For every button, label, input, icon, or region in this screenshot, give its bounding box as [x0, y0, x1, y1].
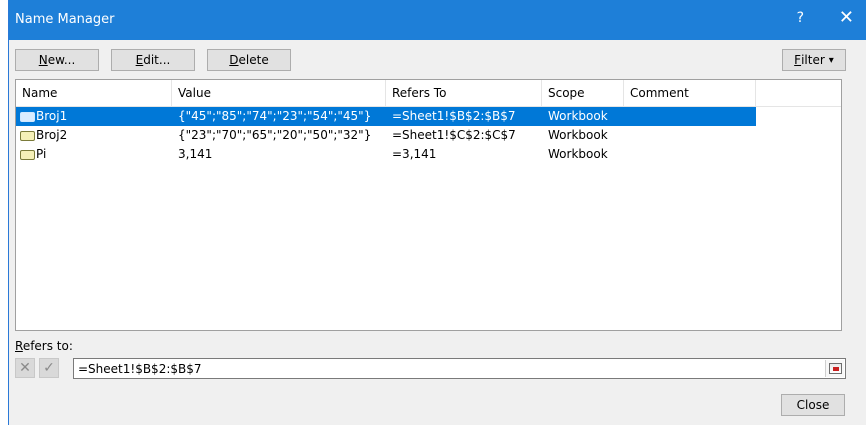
refers-to-label: Refers to: [15, 339, 73, 353]
new-button-label: ew... [47, 53, 76, 67]
new-button[interactable]: New... [15, 49, 99, 71]
column-header-name[interactable]: Name [16, 80, 172, 106]
row-refers-to: =Sheet1!$B$2:$B$7 [392, 109, 516, 123]
cancel-edit-icon[interactable]: ✕ [15, 358, 35, 378]
column-header-value[interactable]: Value [172, 80, 386, 106]
filter-button-hotkey: F [794, 53, 802, 67]
delete-button-hotkey: D [229, 53, 239, 67]
row-value: {"45";"85";"74";"23";"54";"45"} [178, 109, 372, 123]
new-button-hotkey: N [38, 53, 48, 67]
dialog-title: Name Manager [15, 12, 115, 27]
row-scope: Workbook [548, 128, 608, 142]
column-header-comment[interactable]: Comment [624, 80, 756, 106]
row-name: Broj1 [36, 109, 68, 123]
edit-button[interactable]: Edit... [111, 49, 195, 71]
row-refers-to: =3,141 [392, 147, 437, 161]
refers-to-input[interactable] [78, 361, 818, 376]
names-list[interactable]: Name Value Refers To Scope Comment Broj1… [15, 79, 842, 331]
close-window-icon[interactable]: ✕ [839, 7, 854, 28]
row-name: Broj2 [36, 128, 68, 142]
close-button[interactable]: Close [781, 394, 845, 416]
title-bar[interactable]: Name Manager ? ✕ [9, 0, 866, 40]
table-row[interactable]: Pi 3,141 =3,141 Workbook [16, 145, 841, 164]
refers-to-hotkey: R [15, 339, 23, 353]
delete-button[interactable]: Delete [207, 49, 291, 71]
refers-to-label-text: efers to: [22, 339, 73, 353]
row-scope: Workbook [548, 147, 608, 161]
chevron-down-icon: ▾ [828, 54, 834, 66]
row-value: {"23";"70";"65";"20";"50";"32"} [178, 128, 372, 142]
row-value: 3,141 [178, 147, 213, 161]
name-manager-dialog: Name Manager ? ✕ New... Edit... Delete F… [8, 0, 866, 425]
list-header: Name Value Refers To Scope Comment [16, 80, 841, 107]
filter-button-label: ilter [801, 53, 825, 67]
filter-button[interactable]: Filter ▾ [782, 49, 846, 71]
column-header-refers-to[interactable]: Refers To [386, 80, 542, 106]
row-scope: Workbook [548, 109, 608, 123]
row-name: Pi [36, 147, 47, 161]
delete-button-label: elete [238, 53, 269, 67]
refers-to-field[interactable] [73, 358, 846, 379]
table-row[interactable]: Broj1 {"45";"85";"74";"23";"54";"45"} =S… [16, 107, 756, 126]
edit-button-label: dit... [143, 53, 171, 67]
range-selector-icon[interactable] [825, 360, 844, 377]
row-refers-to: =Sheet1!$C$2:$C$7 [392, 128, 516, 142]
table-row[interactable]: Broj2 {"23";"70";"65";"20";"50";"32"} =S… [16, 126, 841, 145]
edit-button-hotkey: E [135, 53, 144, 67]
column-header-scope[interactable]: Scope [542, 80, 624, 106]
help-button[interactable]: ? [797, 10, 804, 26]
confirm-edit-icon[interactable]: ✓ [39, 358, 59, 378]
